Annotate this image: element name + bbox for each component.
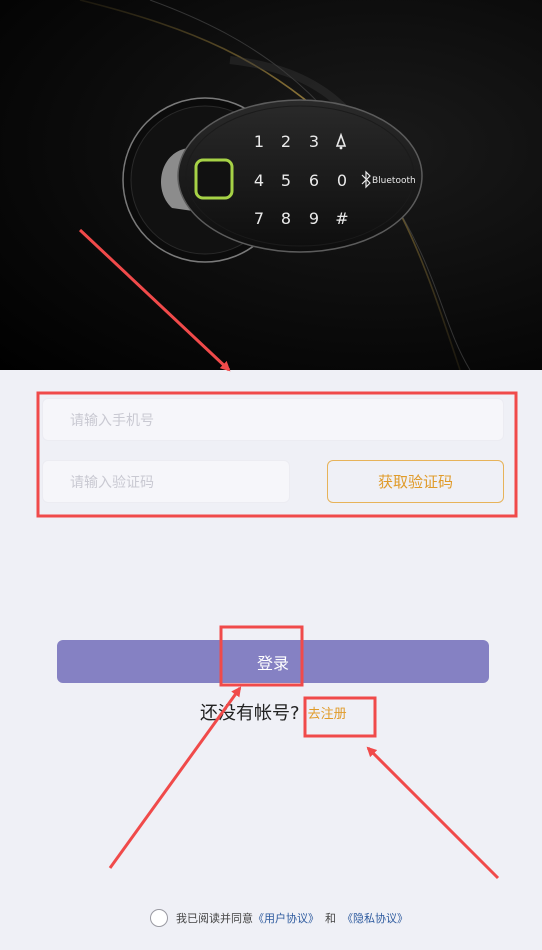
key-6: 6 [309,171,319,190]
key-7: 7 [254,209,264,228]
smart-lock-illustration: 1 2 3 4 5 6 0 7 8 9 # Bluetooth [79,0,471,370]
key-8: 8 [281,209,291,228]
agreement-row: 我已阅读并同意 《用户协议》 和 《隐私协议》 [150,909,408,927]
agreement-and: 和 [325,912,336,925]
key-2: 2 [281,132,291,151]
agree-radio[interactable] [150,909,168,927]
key-9: 9 [309,209,319,228]
register-prompt: 还没有帐号? [200,703,300,724]
key-hash: # [335,209,348,228]
login-button[interactable]: 登录 [57,640,489,683]
key-1: 1 [254,132,264,151]
bluetooth-label: Bluetooth [372,176,416,186]
privacy-policy-link[interactable]: 《隐私协议》 [342,910,408,926]
get-code-button[interactable]: 获取验证码 [327,460,504,503]
phone-input[interactable] [42,398,504,441]
hero-image: 1 2 3 4 5 6 0 7 8 9 # Bluetooth [0,0,542,370]
key-5: 5 [281,171,291,190]
login-form: 获取验证码 登录 还没有帐号? 去注册 我已阅读并同意 《用户协议》 和 《隐私… [0,370,542,950]
register-link[interactable]: 去注册 [308,703,347,722]
register-row: 还没有帐号? 去注册 [200,700,347,724]
key-3: 3 [309,132,319,151]
verification-code-input[interactable] [42,460,290,503]
key-4: 4 [254,171,264,190]
agreement-prefix: 我已阅读并同意 [176,912,253,925]
key-0: 0 [337,171,347,190]
user-agreement-link[interactable]: 《用户协议》 [253,910,319,926]
